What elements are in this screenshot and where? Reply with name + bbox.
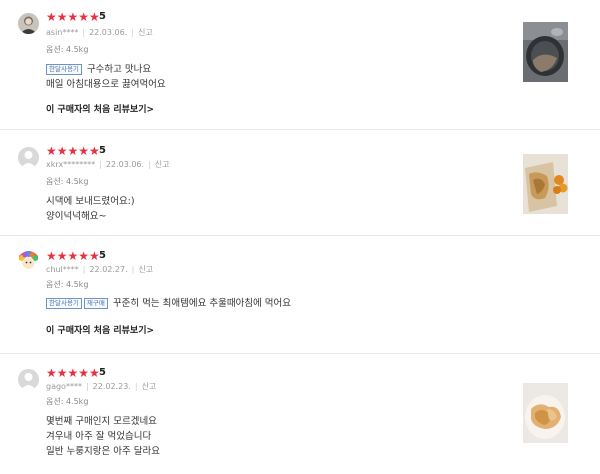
review-content: 시댁에 보내드렸어요:) 양이넉넉해요~ [46,194,135,224]
report-link[interactable]: 신고 [138,265,153,274]
review-text-line: 매일 아침대용으로 끓여먹어요 [46,79,166,90]
review-item: ★★★★★ 5 asin**** | 22.03.06. | 신고 옵션: 4.5kg … [0,0,600,130]
review-text-line: 일반 누룽지랑은 아주 달라요 [46,446,160,457]
review-date: 22.03.06. [89,28,128,37]
review-content: 한달사용기 구수하고 맛나요 매일 아침대용으로 끓여먹어요 [46,62,166,92]
user-id: xkrx******** [46,160,96,169]
default-avatar-icon[interactable] [18,369,39,390]
purchase-option: 옵션: 4.5kg [46,397,89,406]
review-meta: gago**** | 22.02.23. | 신고 [46,382,157,391]
user-id: gago**** [46,382,82,391]
first-review-link[interactable]: 이 구매자의 처음 리뷰보기> [46,104,154,116]
review-content: 몇번째 구매인지 모르겠네요 겨우내 아주 잘 먹었습니다 일반 누룽지랑은 아… [46,414,160,459]
badge-repurchase: 재구매 [83,298,108,309]
review-text-line: 꾸준히 먹는 최애템에요 추울때아침에 먹어요 [112,298,292,309]
review-item: ★★★★★ 5 xkrx******** | 22.03.06. | 신고 옵션: 4.… [0,130,600,236]
review-meta: chul**** | 22.02.27. | 신고 [46,265,154,274]
review-item: ★★★★★ 5 gago**** | 22.02.23. | 신고 옵션: 4.5kg … [0,354,600,474]
star-rating: ★★★★★ [46,249,100,263]
review-photo[interactable] [523,383,568,443]
review-meta: asin**** | 22.03.06. | 신고 [46,28,153,37]
rating-score: 5 [99,11,106,22]
review-date: 22.02.27. [89,265,128,274]
report-link[interactable]: 신고 [138,28,153,37]
default-avatar-icon[interactable] [18,147,39,168]
rating-score: 5 [99,250,106,261]
purchase-option: 옵션: 4.5kg [46,177,89,186]
review-photo[interactable] [523,22,568,82]
character-avatar-icon[interactable] [18,250,39,271]
star-rating: ★★★★★ [46,144,100,158]
review-photo[interactable] [523,154,568,214]
user-id: asin**** [46,28,79,37]
rating-score: 5 [99,367,106,378]
review-text-line: 몇번째 구매인지 모르겠네요 [46,416,157,427]
review-text-line: 양이넉넉해요~ [46,211,107,222]
first-review-link[interactable]: 이 구매자의 처음 리뷰보기> [46,325,154,337]
review-text-line: 겨우내 아주 잘 먹었습니다 [46,431,152,442]
badge-month-use: 한달사용기 [46,64,82,75]
review-content: 한달사용기 재구매 꾸준히 먹는 최애템에요 추울때아침에 먹어요 [46,296,291,311]
review-meta: xkrx******** | 22.03.06. | 신고 [46,160,170,169]
star-rating: ★★★★★ [46,10,100,24]
report-link[interactable]: 신고 [142,382,157,391]
review-date: 22.03.06. [105,160,145,169]
star-rating: ★★★★★ [46,366,100,380]
user-avatar[interactable] [18,13,39,34]
purchase-option: 옵션: 4.5kg [46,280,89,289]
review-text-line: 구수하고 맛나요 [86,64,152,75]
report-link[interactable]: 신고 [155,160,170,169]
review-text-line: 시댁에 보내드렸어요:) [46,196,135,207]
rating-score: 5 [99,145,106,156]
user-id: chul**** [46,265,79,274]
review-item: ★★★★★ 5 chul**** | 22.02.27. | 신고 옵션: 4.5kg … [0,236,600,354]
badge-month-use: 한달사용기 [46,298,82,309]
purchase-option: 옵션: 4.5kg [46,45,89,54]
review-date: 22.02.23. [92,382,131,391]
